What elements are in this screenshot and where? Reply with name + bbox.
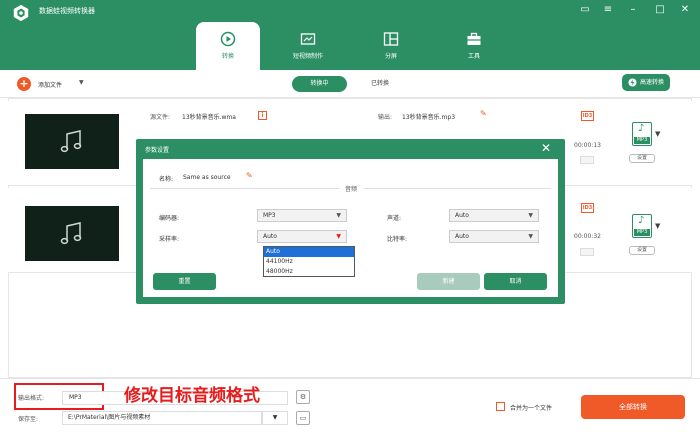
- tab-split-screen-label: 分屏: [384, 53, 397, 60]
- menu-icon[interactable]: ≡: [601, 3, 615, 17]
- merge-checkbox[interactable]: [496, 402, 505, 411]
- video-editor-icon: [300, 33, 316, 45]
- create-button[interactable]: 新建: [417, 273, 480, 290]
- settings-button[interactable]: 设置: [629, 246, 655, 255]
- source-filename: 13秒背景音乐.wma: [182, 114, 236, 121]
- split-screen-icon: [383, 32, 399, 46]
- chevron-down-icon[interactable]: ▼: [262, 411, 288, 425]
- music-note-icon: [60, 130, 82, 153]
- output-label: 输出:: [378, 114, 393, 121]
- toolbar: + 添加文件 ▼ 转换中 已转换 高速转换: [0, 70, 700, 98]
- bitrate-label: 比特率:: [387, 236, 408, 243]
- close-icon[interactable]: ✕: [678, 3, 692, 17]
- folder-icon[interactable]: ▭: [296, 411, 310, 425]
- save-to-label: 保存至:: [18, 416, 39, 423]
- bitrate-select[interactable]: Auto ▼: [449, 230, 539, 243]
- tab-convert-label: 转换: [221, 53, 234, 60]
- lightning-icon: [628, 78, 637, 87]
- tab-tools[interactable]: 工具: [442, 22, 506, 70]
- channel-label: 声道:: [387, 215, 402, 222]
- dropdown-option[interactable]: 48000Hz: [264, 267, 354, 277]
- chat-icon[interactable]: ▭: [578, 3, 592, 17]
- convert-all-button[interactable]: 全部转换: [581, 395, 685, 419]
- encoder-value: MP3: [263, 212, 276, 219]
- encoder-label: 编码器:: [159, 215, 180, 222]
- fast-convert-button[interactable]: 高速转换: [622, 74, 670, 91]
- tab-tools-label: 工具: [467, 53, 480, 60]
- samplerate-select[interactable]: Auto ▼: [257, 230, 347, 243]
- chevron-down-icon: ▼: [336, 212, 341, 219]
- tab-short-video[interactable]: 短视频制作: [276, 22, 340, 70]
- close-icon[interactable]: ✕: [541, 141, 551, 155]
- edit-bar: [580, 156, 594, 164]
- app-window: 数据蛙视频转换器 ▭ ≡ – □ ✕ 转换 短视频制作 分屏 工具 + 添加文件…: [0, 0, 700, 443]
- name-label: 名称:: [159, 176, 174, 183]
- app-logo-icon: [13, 4, 29, 22]
- minimize-icon[interactable]: –: [626, 3, 640, 17]
- annotation-text: 修改目标音频格式: [124, 386, 260, 406]
- id3-icon[interactable]: ID3: [581, 111, 594, 121]
- toolbox-icon: [467, 32, 481, 45]
- samplerate-value: Auto: [263, 233, 277, 240]
- source-label: 源文件:: [150, 114, 171, 121]
- tab-converted[interactable]: 已转换: [360, 76, 400, 92]
- add-file-icon[interactable]: +: [17, 77, 31, 91]
- music-note-icon: [60, 222, 82, 245]
- audio-file-icon: ♪: [638, 215, 645, 226]
- maximize-icon[interactable]: □: [653, 3, 667, 17]
- format-tag: MP3: [634, 137, 650, 144]
- settings-icon[interactable]: ⚙: [296, 390, 310, 404]
- dropdown-option[interactable]: 44100Hz: [264, 257, 354, 267]
- tab-convert[interactable]: 转换: [196, 22, 260, 70]
- bitrate-value: Auto: [455, 233, 469, 240]
- reset-button[interactable]: 重置: [153, 273, 216, 290]
- merge-label: 合并为一个文件: [510, 405, 553, 412]
- section-title: 音频: [339, 184, 364, 193]
- add-files-button[interactable]: 添加文件: [38, 80, 62, 89]
- thumbnail[interactable]: [25, 114, 119, 169]
- format-icon[interactable]: ♪ MP3: [632, 122, 652, 146]
- samplerate-label: 采样率:: [159, 236, 180, 243]
- channel-select[interactable]: Auto ▼: [449, 209, 539, 222]
- edit-icon[interactable]: ✎: [480, 109, 487, 118]
- duration: 00:00:32: [574, 233, 601, 240]
- channel-value: Auto: [455, 212, 469, 219]
- tab-split-screen[interactable]: 分屏: [359, 22, 423, 70]
- format-icon[interactable]: ♪ MP3: [632, 214, 652, 238]
- output-format-label: 输出格式:: [18, 395, 45, 402]
- name-value: Same as source: [183, 174, 231, 181]
- app-title: 数据蛙视频转换器: [39, 7, 95, 15]
- duration: 00:00:13: [574, 142, 601, 149]
- chevron-down-icon[interactable]: ▼: [655, 130, 660, 138]
- encoder-select[interactable]: MP3 ▼: [257, 209, 347, 222]
- convert-icon: [220, 31, 236, 47]
- format-tag: MP3: [634, 229, 650, 236]
- edit-bar: [580, 248, 594, 256]
- output-filename: 13秒背景音乐.mp3: [402, 114, 456, 121]
- info-icon[interactable]: i: [258, 111, 267, 120]
- save-path-input[interactable]: E:\PrMaterial\图片与视频素材: [62, 411, 262, 425]
- thumbnail[interactable]: [25, 206, 119, 261]
- edit-icon[interactable]: ✎: [246, 171, 253, 180]
- title-bar: 数据蛙视频转换器 ▭ ≡ – □ ✕ 转换 短视频制作 分屏 工具: [0, 0, 700, 70]
- bottom-bar: 输出格式: MP3 修改目标音频格式 ⚙ 保存至: E:\PrMaterial\…: [0, 378, 700, 443]
- chevron-down-icon: ▼: [336, 233, 341, 240]
- tab-short-video-label: 短视频制作: [292, 53, 323, 60]
- dialog-body: 名称: Same as source ✎ 音频 编码器: MP3 ▼ 声道: Au…: [143, 159, 558, 297]
- chevron-down-icon[interactable]: ▼: [655, 222, 660, 230]
- fast-convert-label: 高速转换: [640, 79, 665, 86]
- id3-icon[interactable]: ID3: [581, 203, 594, 213]
- dialog-title: 参数设置: [145, 147, 170, 154]
- tab-converting[interactable]: 转换中: [292, 76, 347, 92]
- parameter-settings-dialog: 参数设置 ✕ 名称: Same as source ✎ 音频 编码器: MP3 ▼…: [136, 139, 565, 304]
- chevron-down-icon[interactable]: ▼: [79, 79, 84, 86]
- samplerate-dropdown: Auto 44100Hz 48000Hz: [263, 246, 355, 277]
- dropdown-option[interactable]: Auto: [264, 247, 354, 257]
- settings-button[interactable]: 设置: [629, 154, 655, 163]
- cancel-button[interactable]: 取消: [484, 273, 547, 290]
- chevron-down-icon: ▼: [528, 233, 533, 240]
- audio-file-icon: ♪: [638, 123, 645, 134]
- chevron-down-icon: ▼: [528, 212, 533, 219]
